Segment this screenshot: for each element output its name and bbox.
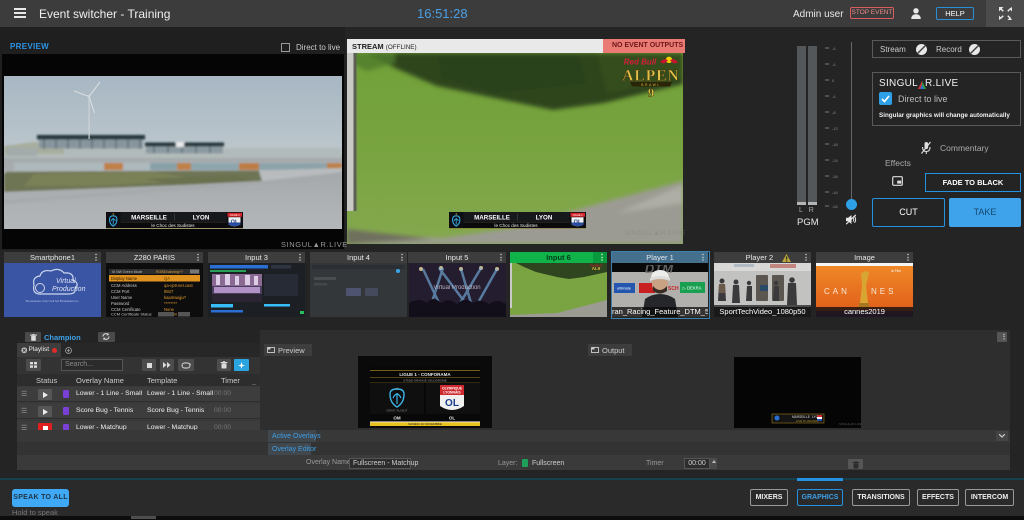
- svg-text:OL: OL: [445, 398, 459, 409]
- svg-text:LIGUE 1 - CONFORAMA: LIGUE 1 - CONFORAMA: [399, 372, 451, 377]
- svg-text:CCM Port: CCM Port: [111, 289, 130, 294]
- svg-text:RGB$ banning+?: RGB$ banning+?: [156, 270, 183, 274]
- svg-text:MARSEILLE: MARSEILLE: [474, 214, 510, 221]
- svg-text:⚙ NW Green Mode: ⚙ NW Green Mode: [112, 270, 142, 274]
- svg-text:LIGUE 1: LIGUE 1: [573, 213, 584, 217]
- svg-text:STADE ORANGE VELODROME: STADE ORANGE VELODROME: [403, 379, 447, 383]
- svg-text:Red Bull: Red Bull: [624, 58, 657, 67]
- svg-text:LYON: LYON: [536, 214, 553, 221]
- svg-text:-24: -24: [832, 158, 839, 163]
- svg-text:-4: -4: [832, 94, 836, 99]
- svg-text:Production: Production: [52, 286, 86, 293]
- svg-text:✿ Film: ✿ Film: [891, 269, 901, 273]
- svg-text:LYONNAIS: LYONNAIS: [443, 391, 461, 395]
- svg-text:qa-cp9.net.cast: qa-cp9.net.cast: [164, 283, 193, 288]
- svg-text:-54: -54: [832, 204, 839, 209]
- svg-text:MARSEILLE: MARSEILLE: [131, 214, 167, 221]
- svg-text:Showcases, Don't tell but Broa: Showcases, Don't tell but Broadcast too: [26, 299, 79, 303]
- svg-text:kaamwajju?: kaamwajju?: [164, 295, 187, 300]
- svg-text:-34: -34: [832, 174, 839, 179]
- svg-text:OL: OL: [449, 416, 456, 421]
- svg-text:8847: 8847: [164, 289, 174, 294]
- svg-text:LIGUE 1: LIGUE 1: [230, 213, 241, 217]
- svg-text:Display Name: Display Name: [111, 276, 138, 281]
- svg-text:RedBull: RedBull: [590, 264, 602, 268]
- svg-text:-4: -4: [832, 46, 836, 51]
- svg-text:-12: -12: [832, 126, 839, 131]
- svg-text:User Name: User Name: [111, 295, 133, 300]
- svg-text:-8: -8: [832, 110, 836, 115]
- svg-text:OM: OM: [393, 416, 401, 421]
- svg-text:NES: NES: [871, 287, 896, 296]
- svg-text:SAMEDI 10 NOVEMBRE: SAMEDI 10 NOVEMBRE: [408, 422, 442, 426]
- svg-text:-44: -44: [832, 190, 839, 195]
- svg-text:9: 9: [648, 86, 654, 97]
- svg-text:CAN: CAN: [824, 287, 850, 296]
- svg-text:OL: OL: [574, 220, 582, 226]
- svg-text:0: 0: [832, 78, 835, 83]
- svg-text:▷ DEKRA: ▷ DEKRA: [683, 286, 702, 291]
- svg-text:Virtual: Virtual: [56, 278, 76, 285]
- svg-text:LIVE IN JANUARY: LIVE IN JANUARY: [796, 419, 820, 423]
- svg-text:OL: OL: [231, 220, 239, 226]
- svg-text:-18: -18: [832, 142, 839, 147]
- svg-text:-4: -4: [832, 62, 836, 67]
- svg-text:le Choc des Sudistes: le Choc des Sudistes: [494, 223, 538, 228]
- svg-text:ultimate: ultimate: [617, 286, 632, 291]
- svg-text:DROIT AU BUT: DROIT AU BUT: [387, 409, 408, 413]
- svg-text:Virtual Production: Virtual Production: [433, 285, 480, 291]
- svg-text:SINGULAR.LIVE: SINGULAR.LIVE: [839, 422, 861, 426]
- svg-text:le Choc des Sudistes: le Choc des Sudistes: [151, 223, 195, 228]
- svg-text:CCM Address: CCM Address: [111, 283, 137, 288]
- svg-text:QA: QA: [164, 276, 170, 281]
- svg-text:SCH: SCH: [668, 286, 679, 292]
- svg-text:CCM Certificate Status: CCM Certificate Status: [111, 312, 152, 317]
- svg-text:LYON: LYON: [193, 214, 210, 221]
- svg-text:********: ********: [164, 301, 177, 306]
- svg-text:Password: Password: [111, 301, 130, 306]
